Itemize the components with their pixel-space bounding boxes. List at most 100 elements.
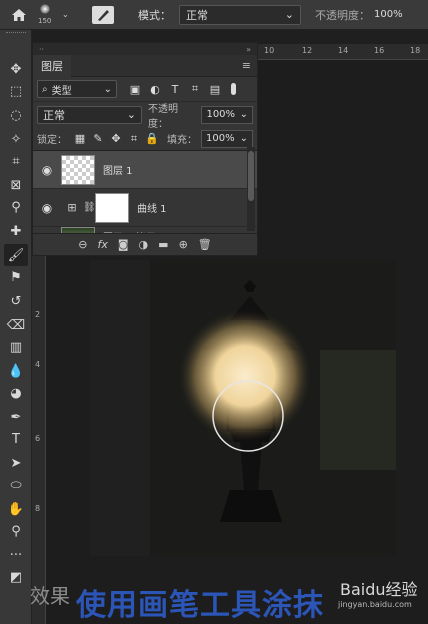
pixel-filter-icon[interactable]: ▣ [125, 83, 145, 96]
layer-opacity-label: 不透明度： [147, 103, 178, 130]
photoshop-window: 150 ⌄ 模式： 正常 ⌄ 不透明度： 100% 10 12 14 16 18… [0, 0, 428, 624]
panel-tab-row: 图层 ≡ [33, 54, 257, 77]
lock-transparency-icon[interactable]: ▦ [71, 132, 89, 145]
add-mask-icon[interactable]: ◙ [118, 238, 129, 251]
shape-tool-icon[interactable]: ⬭ [4, 474, 28, 496]
fill-value: 100% [206, 133, 235, 144]
chevron-down-icon: ⌄ [62, 9, 69, 19]
layer-opacity-value: 100% [206, 109, 236, 120]
gradient-tool-icon[interactable]: ▥ [4, 336, 28, 358]
blend-row: 正常 ⌄ 不透明度： 100% ⌄ [33, 101, 257, 130]
blend-mode-select[interactable]: 正常 ⌄ [37, 105, 142, 124]
chevron-down-icon: ⌄ [239, 109, 248, 120]
collapse-icon[interactable]: » [246, 45, 251, 54]
effect-label: 效果 [30, 584, 70, 608]
zoom-tool-icon[interactable]: ⚲ [4, 520, 28, 542]
chevron-down-icon: ⌄ [239, 133, 248, 144]
ruler-tick: 4 [35, 360, 41, 369]
tutorial-caption: 效果 使用画笔工具涂抹 Baidu经验 jingyan.baidu.com [0, 574, 428, 624]
lock-label: 锁定： [37, 135, 67, 146]
lock-position-icon[interactable]: ✥ [107, 132, 125, 145]
shape-filter-icon[interactable]: ⌗ [185, 82, 205, 96]
move-tool-icon[interactable]: ✥ [4, 58, 28, 80]
ruler-tick: 6 [35, 434, 41, 443]
smart-object-filter-icon[interactable]: ▤ [205, 83, 225, 96]
layer-name: 曲线 1 [137, 204, 167, 215]
layer-thumbnail [61, 154, 95, 185]
layers-panel: ·· » 图层 ≡ ⌕ 类型 ⌄ ▣ ◐ T ⌗ ▤ 正常 ⌄ 不透明度： 10… [32, 42, 258, 256]
frame-tool-icon[interactable]: ⊠ [4, 174, 28, 196]
brush-tip-icon [40, 3, 50, 14]
layer-row-curves1[interactable]: ◉ ⊞ ⛓ 曲线 1 [33, 189, 257, 227]
layer-style-icon[interactable]: fx [97, 238, 107, 251]
mode-value: 正常 [186, 8, 208, 22]
home-button[interactable] [6, 0, 32, 30]
magic-wand-tool-icon[interactable]: ✧ [4, 128, 28, 150]
new-adjustment-icon[interactable]: ◑ [139, 238, 149, 251]
brush-settings-toggle-button[interactable] [92, 5, 114, 24]
new-layer-icon[interactable]: ⊕ [179, 238, 188, 251]
adjustment-filter-icon[interactable]: ◐ [145, 83, 165, 96]
brush-settings-icon [98, 9, 109, 21]
layers-scrollbar-thumb[interactable] [248, 151, 254, 201]
healing-brush-tool-icon[interactable]: ✚ [4, 220, 28, 242]
filter-toggle[interactable] [231, 83, 236, 95]
tutorial-title: 使用画笔工具涂抹 [76, 588, 324, 623]
lock-row: 锁定： ▦ ✎ ✥ ⌗ 🔒 填充： 100% ⌄ [33, 127, 257, 151]
lock-artboard-icon[interactable]: ⌗ [125, 132, 143, 146]
fill-field[interactable]: 100% ⌄ [201, 129, 253, 148]
type-filter-icon[interactable]: T [165, 83, 185, 96]
dodge-tool-icon[interactable]: ◕ [4, 382, 28, 404]
panel-grip-icon: ·· [39, 44, 45, 54]
baidu-url: jingyan.baidu.com [338, 600, 412, 609]
type-tool-icon[interactable]: T [4, 428, 28, 450]
ruler-tick: 8 [35, 504, 41, 513]
layer-row-layer1[interactable]: ◉ 图层 1 [33, 151, 257, 189]
blur-tool-icon[interactable]: 💧 [4, 360, 28, 382]
layer-mask-thumbnail [95, 192, 129, 223]
lamp-photo [90, 260, 396, 556]
tools-panel: ✥ ⬚ ◌ ✧ ⌗ ⊠ ⚲ ✚ 🖌 ⚑ ↺ ⌫ ▥ 💧 ◕ ✒ T ➤ ⬭ ✋ … [0, 30, 32, 624]
ruler-tick: 14 [338, 46, 349, 55]
garden-lamp-image [90, 260, 396, 556]
brush-size-value: 150 [38, 16, 52, 25]
crop-tool-icon[interactable]: ⌗ [4, 150, 28, 172]
mode-select[interactable]: 正常 ⌄ [179, 4, 301, 25]
fill-label: 填充： [167, 135, 197, 146]
path-selection-tool-icon[interactable]: ➤ [4, 452, 28, 474]
toolbar-grip[interactable] [6, 32, 26, 36]
hand-tool-icon[interactable]: ✋ [4, 498, 28, 520]
brush-preset-picker[interactable]: 150 ⌄ [32, 0, 78, 30]
chevron-down-icon: ⌄ [103, 83, 112, 95]
layer-name: 图层 1 [103, 166, 133, 177]
lasso-tool-icon[interactable]: ◌ [4, 104, 28, 126]
brush-tool-icon[interactable]: 🖌 [4, 244, 28, 266]
pen-tool-icon[interactable]: ✒ [4, 406, 28, 428]
more-tools-icon[interactable]: ··· [4, 544, 28, 566]
panel-menu-icon[interactable]: ≡ [242, 59, 251, 72]
ruler-tick: 12 [302, 46, 313, 55]
marquee-tool-icon[interactable]: ⬚ [4, 80, 28, 102]
link-icon[interactable]: ⛓ [83, 202, 96, 213]
eye-icon[interactable]: ◉ [33, 163, 61, 177]
search-icon: ⌕ [42, 83, 48, 95]
lock-all-icon[interactable]: 🔒 [143, 132, 161, 145]
new-group-icon[interactable]: ▬ [158, 238, 168, 251]
tab-layers[interactable]: 图层 [33, 54, 71, 77]
layer-filter-row: ⌕ 类型 ⌄ ▣ ◐ T ⌗ ▤ [33, 77, 257, 101]
delete-layer-icon[interactable]: 🗑 [198, 238, 212, 251]
filter-kind-select[interactable]: ⌕ 类型 ⌄ [37, 80, 117, 98]
lock-pixels-icon[interactable]: ✎ [89, 132, 107, 145]
ruler-tick: 10 [264, 46, 275, 55]
chevron-down-icon: ⌄ [126, 108, 136, 121]
eye-icon[interactable]: ◉ [33, 201, 61, 215]
ruler-tick: 16 [374, 46, 385, 55]
panel-title-bar[interactable]: ·· » [33, 43, 257, 55]
eraser-tool-icon[interactable]: ⌫ [4, 314, 28, 336]
layer-opacity-field[interactable]: 100% ⌄ [201, 105, 253, 124]
link-layers-icon[interactable]: ⊖ [78, 238, 87, 251]
opacity-value[interactable]: 100% [374, 9, 403, 20]
eyedropper-tool-icon[interactable]: ⚲ [4, 196, 28, 218]
clone-stamp-tool-icon[interactable]: ⚑ [4, 266, 28, 288]
history-brush-tool-icon[interactable]: ↺ [4, 290, 28, 312]
